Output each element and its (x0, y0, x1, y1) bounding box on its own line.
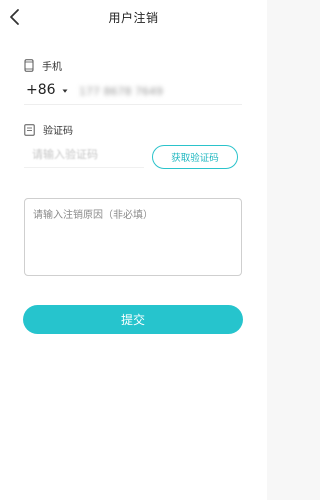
code-label: 验证码 (43, 126, 73, 137)
country-code-selector[interactable]: +86 (26, 82, 56, 98)
divider (24, 167, 144, 168)
code-label-row: 验证码 (24, 122, 73, 137)
phone-label-row: 手机 (24, 58, 62, 73)
phone-label: 手机 (42, 62, 62, 73)
get-code-button[interactable]: 获取验证码 (152, 145, 238, 169)
phone-icon (24, 59, 34, 72)
page-title: 用户注销 (108, 11, 159, 25)
verification-code-input[interactable] (30, 143, 144, 165)
caret-down-icon[interactable] (62, 88, 68, 94)
divider (24, 104, 242, 105)
submit-button[interactable]: 提交 (23, 305, 243, 334)
phone-input[interactable] (77, 80, 241, 102)
reason-textarea[interactable] (24, 198, 242, 276)
header-bar: 用户注销 (0, 0, 267, 36)
document-icon (24, 123, 35, 136)
